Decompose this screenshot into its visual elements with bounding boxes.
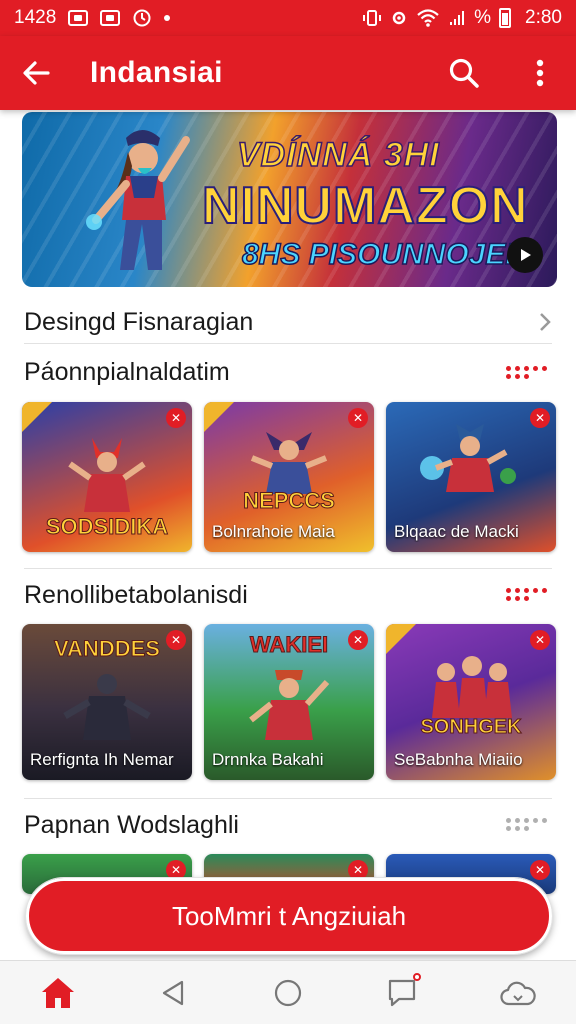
section-1-cards: ✕ SODSIDIKA ✕ NEPCCS Bolnrahoie Maia ✕ B…	[22, 402, 557, 552]
nav-home-system[interactable]	[260, 965, 316, 1021]
nav-messages[interactable]	[375, 965, 431, 1021]
card-character-illustration	[249, 670, 330, 740]
card-badge-icon: ✕	[530, 860, 550, 880]
card-badge-icon: ✕	[530, 630, 550, 650]
back-button[interactable]	[18, 55, 54, 91]
play-button[interactable]	[507, 237, 543, 273]
status-time-right: 2:80	[525, 7, 562, 28]
divider	[24, 568, 552, 569]
card-corner-tag	[22, 402, 52, 432]
card-caption: Bolnrahoie Maia	[212, 522, 335, 541]
card-corner-tag	[204, 402, 234, 432]
search-button[interactable]	[446, 55, 482, 91]
message-notification-icon	[68, 10, 89, 26]
game-card[interactable]: ✕ SODSIDIKA	[22, 402, 192, 552]
vibrate-icon	[363, 10, 382, 26]
card-character-illustration	[420, 424, 516, 492]
hero-headline-top: VDÍNNÁ 3HI	[236, 135, 440, 175]
chevron-right-icon	[540, 313, 551, 331]
cloud-icon	[500, 981, 537, 1005]
hero-character-illustration	[86, 130, 190, 270]
more-vert-icon	[536, 59, 544, 87]
card-art-title: VANDDES	[54, 636, 161, 662]
search-icon	[449, 58, 479, 88]
card-art-title: SONHGEK	[420, 716, 522, 739]
card-badge-icon: ✕	[530, 408, 550, 428]
card-badge-icon: ✕	[166, 408, 186, 428]
settings-icon	[392, 11, 406, 25]
divider	[24, 343, 552, 344]
hero-banner[interactable]: VDÍNNÁ 3HI NINUMAZON 8HS PISOUNNOJEI!	[22, 112, 557, 287]
wifi-icon	[417, 9, 439, 27]
card-badge-icon: ✕	[348, 408, 368, 428]
hero-headline-main: NINUMAZON	[201, 176, 529, 236]
photo-notification-icon	[100, 10, 121, 26]
card-badge-icon: ✕	[166, 860, 186, 880]
chat-icon	[389, 979, 416, 1006]
card-art-title: NEPCCS	[243, 488, 336, 514]
cellular-signal-icon	[450, 11, 465, 25]
alarm-icon	[133, 9, 151, 27]
divider	[24, 798, 552, 799]
link-row[interactable]: Desingd Fisnaragian	[24, 300, 552, 344]
notification-dot-icon	[164, 15, 171, 21]
link-row-label: Desingd Fisnaragian	[24, 307, 254, 336]
section-3-more-dots-icon[interactable]	[506, 818, 550, 832]
app-bar: Indansiai	[0, 36, 576, 110]
primary-action-button[interactable]: TooMmri t Angziuiah	[25, 877, 553, 955]
card-art-title: SODSIDIKA	[45, 514, 169, 540]
arrow-left-icon	[23, 61, 50, 85]
card-caption: Blqaac de Macki	[394, 522, 519, 541]
nav-back[interactable]	[145, 965, 201, 1021]
card-caption: Rerfignta Ih Nemar	[30, 750, 174, 769]
section-2-more-dots-icon[interactable]	[506, 588, 550, 602]
section-title-3: Papnan Wodslaghli	[24, 811, 239, 839]
card-badge-icon: ✕	[348, 860, 368, 880]
card-character-illustration	[68, 438, 146, 512]
nav-cloud[interactable]	[490, 965, 546, 1021]
section-2-cards: ✕ VANDDES Rerfignta Ih Nemar ✕ WAKIEI Dr…	[22, 624, 557, 780]
play-icon	[521, 249, 531, 261]
home-icon	[41, 977, 74, 1008]
back-triangle-icon	[162, 980, 183, 1005]
hero-headline-sub: 8HS PISOUNNOJEI!	[241, 237, 524, 272]
game-card[interactable]: ✕ VANDDES Rerfignta Ih Nemar	[22, 624, 192, 780]
status-time-left: 1428	[14, 7, 57, 28]
more-options-button[interactable]	[522, 55, 558, 91]
card-caption: SeBabnha Miaiio	[394, 750, 523, 769]
section-1-more-dots-icon[interactable]	[506, 366, 550, 380]
home-circle-icon	[274, 979, 302, 1006]
bottom-navigation	[0, 960, 576, 1024]
section-title-1: Páonnpialnaldatim	[24, 358, 230, 386]
battery-icon	[499, 8, 512, 28]
status-bar: 1428 % 2:80	[0, 0, 576, 36]
page-title: Indansiai	[90, 56, 223, 89]
section-title-2: Renollibetabolanisdi	[24, 581, 248, 609]
notification-badge-icon	[413, 972, 422, 981]
game-card[interactable]: ✕ NEPCCS Bolnrahoie Maia	[204, 402, 374, 552]
game-card[interactable]: ✕ Blqaac de Macki	[386, 402, 556, 552]
card-art-title: WAKIEI	[249, 632, 329, 658]
game-card[interactable]: ✕ WAKIEI Drnnka Bakahi	[204, 624, 374, 780]
card-caption: Drnnka Bakahi	[212, 750, 324, 769]
game-card[interactable]: ✕ SONHGEK SeBabnha Miaiio	[386, 624, 556, 780]
card-corner-tag	[386, 624, 416, 654]
card-character-illustration	[432, 656, 512, 718]
status-percent: %	[474, 7, 492, 28]
nav-home[interactable]	[30, 965, 86, 1021]
card-character-illustration	[63, 674, 151, 740]
card-character-illustration	[250, 432, 328, 494]
